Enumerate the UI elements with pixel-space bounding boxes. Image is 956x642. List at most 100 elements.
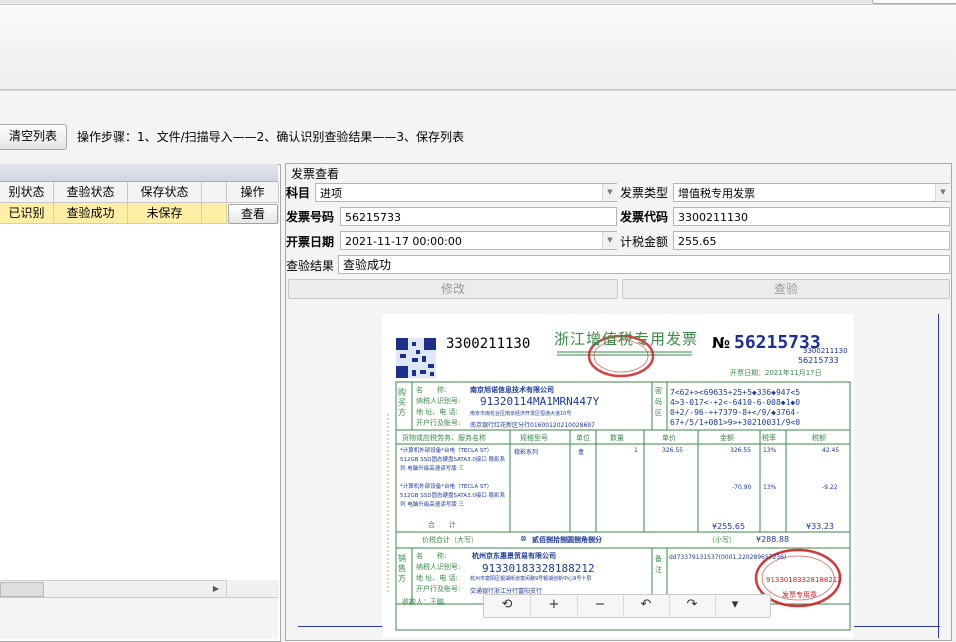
total-label: 合 计 xyxy=(428,521,456,529)
cipher-line: 4>3-017<-+2<-6410-6-008◆1◆0 xyxy=(670,398,801,407)
item-1-rate: 13% xyxy=(763,447,777,454)
buyer-field-labels: 名 称: 纳税人识别号: 地 址、电 话: 开户行及账号: xyxy=(416,386,461,427)
invoice-code-label: 发票代码 xyxy=(620,210,669,224)
invoice-title: 浙江增值税专用发票 xyxy=(554,330,699,348)
total-amount: ¥255.65 xyxy=(712,522,746,531)
subject-label: 科目 xyxy=(286,186,311,200)
invoice-code-text: 3300211130 xyxy=(446,336,531,352)
image-border-right xyxy=(938,314,939,638)
sum-label: 价税合计（大写） xyxy=(422,536,478,544)
sum-small-label: （小写） xyxy=(708,536,736,544)
invoice-small-number: 56215733 xyxy=(798,356,839,365)
buyer-side-label: 购买方 xyxy=(398,388,406,417)
left-bottom-area xyxy=(0,597,278,639)
number-mark: № xyxy=(712,334,731,352)
more-icon[interactable]: ▾ xyxy=(715,595,755,615)
item-2-rate: 13% xyxy=(763,484,777,491)
check-result-label: 查验结果 xyxy=(286,259,335,273)
cell-check-status[interactable]: 查验成功 xyxy=(54,203,128,224)
item-2-amount: -70.90 xyxy=(732,484,752,491)
item-col-header: 货物或应税劳务、服务名称 xyxy=(402,434,486,442)
operation-steps-text: 操作步骤：1、文件/扫描导入——2、确认识别查验结果——3、保存列表 xyxy=(77,130,464,144)
invoice-issue-date: 开票日期：2021年11月17日 xyxy=(730,369,822,377)
spec-col-header: 规格型号 xyxy=(520,434,548,442)
sum-in-words: 贰佰捌拾捌圆捌角捌分 xyxy=(532,536,602,544)
sum-small-value: ¥288.88 xyxy=(756,535,790,544)
column-header-save-status[interactable]: 保存状态 xyxy=(128,182,202,203)
invoice-number-label: 发票号码 xyxy=(286,210,335,224)
item-1-name: *计算机外部设备*台电（TECLA ST）512GB SSD固态硬盘SATA3.… xyxy=(400,448,506,472)
chevron-down-icon[interactable]: ▼ xyxy=(602,232,617,249)
invoice-list-table xyxy=(0,164,281,642)
seller-name: 杭州京东惠景贸易有限公司 xyxy=(472,552,556,560)
column-header-recognition-status[interactable]: 别状态 xyxy=(0,182,54,203)
unit-col-header: 单位 xyxy=(576,434,590,442)
reset-icon[interactable]: ⟲ xyxy=(484,595,531,615)
cell-recognition-status[interactable]: 已识别 xyxy=(0,203,54,224)
cell-save-status[interactable]: 未保存 xyxy=(128,203,202,224)
column-header-blank[interactable] xyxy=(202,182,227,203)
item-1-price: 326.55 xyxy=(662,447,683,454)
item-2-name: *计算机外部设备*台电（TECLA ST）512GB SSD固态硬盘SATA3.… xyxy=(400,484,506,508)
tax-col-header: 税额 xyxy=(812,434,826,442)
group-title: 发票查看 xyxy=(291,167,340,181)
item-2-tax: -9.22 xyxy=(822,484,838,491)
chevron-down-icon[interactable]: ▼ xyxy=(935,184,950,201)
invoice-number-field[interactable]: 56215733 xyxy=(340,207,617,226)
cipher-line: 0+2/-96-++7379-8+</9/◆3764- xyxy=(670,408,801,417)
zoom-in-icon[interactable]: + xyxy=(531,595,578,615)
subject-select[interactable]: 进项 xyxy=(315,183,617,202)
modify-button[interactable]: 修改 xyxy=(288,279,618,299)
total-tax: ¥33.23 xyxy=(806,522,834,531)
rotate-left-icon[interactable]: ↶ xyxy=(623,595,670,615)
rate-col-header: 税率 xyxy=(762,434,776,442)
scrollbar-corner xyxy=(226,580,279,597)
scroll-right-arrow-icon[interactable]: ▶ xyxy=(210,582,222,595)
buyer-address: 南京市雨花台区南京经济开发区恒通大道10号 xyxy=(470,411,572,417)
zoom-out-icon[interactable]: − xyxy=(577,595,624,615)
item-1-amount: 326.55 xyxy=(730,447,751,454)
stamp-id: 91330183328188212 xyxy=(766,576,842,584)
invoice-image: 3300211130 浙江增值税专用发票 № 56215733 33002111… xyxy=(382,314,854,638)
remark-side-label: 备注 xyxy=(655,555,662,574)
top-right-button[interactable] xyxy=(872,0,956,4)
column-header-check-status[interactable]: 查验状态 xyxy=(54,182,128,203)
invoice-code-field[interactable]: 3300211130 xyxy=(673,207,950,226)
seller-side-label: 销售方 xyxy=(398,554,406,583)
check-result-field[interactable]: 查验成功 xyxy=(338,255,950,274)
buyer-bank: 南京银行红花新区分行01600120210028697 xyxy=(470,422,595,429)
column-header-action[interactable]: 操作 xyxy=(227,182,279,203)
ribbon-area xyxy=(0,5,956,90)
price-col-header: 单价 xyxy=(662,434,676,442)
item-1-spec: 稳影系列 xyxy=(514,449,539,456)
qr-code-icon xyxy=(396,338,436,378)
chevron-down-icon[interactable]: ▼ xyxy=(602,184,617,201)
buyer-taxid: 91320114MA1MRN447Y xyxy=(480,395,600,408)
cancel-mark-icon: ⊗ xyxy=(520,534,527,543)
issue-date-label: 开票日期 xyxy=(286,235,335,249)
item-1-tax: 42.45 xyxy=(822,447,840,454)
cipher-side-label: 密码区 xyxy=(655,387,662,417)
cell-blank[interactable] xyxy=(202,203,227,224)
cipher-line: 7<62+><69635+25+5◆336◆947<5 xyxy=(670,388,801,397)
tax-amount-field[interactable]: 255.65 xyxy=(673,231,950,250)
issue-date-picker[interactable]: 2021-11-17 00:00:00 xyxy=(340,231,617,250)
item-1-unit: 盒 xyxy=(578,449,585,456)
invoice-type-select[interactable]: 增值税专用发票 xyxy=(673,183,950,202)
buyer-name: 南京旭诺信息技术有限公司 xyxy=(470,386,554,394)
rotate-right-icon[interactable]: ↷ xyxy=(669,595,716,615)
item-1-qty: 1 xyxy=(634,447,638,454)
amount-col-header: 金额 xyxy=(720,434,734,442)
view-button[interactable]: 查看 xyxy=(228,204,278,224)
stamp-text: 发票专用章 xyxy=(782,591,817,599)
remark-text: dd73379131537(0001,220289657236) xyxy=(669,554,787,561)
clear-list-button[interactable]: 清空列表 xyxy=(0,124,67,150)
payee: 收款人：王鹏 xyxy=(402,598,444,606)
seller-field-labels: 名 称: 纳税人识别号: 地 址、电 话: 开户行及账号: xyxy=(416,552,461,593)
seller-taxid: 91330183328188212 xyxy=(482,562,595,575)
tax-amount-label: 计税金额 xyxy=(620,235,669,249)
qty-col-header: 数量 xyxy=(610,434,624,442)
check-button[interactable]: 查验 xyxy=(622,279,950,299)
scrollbar-thumb[interactable] xyxy=(0,582,44,597)
seller-address: 杭州市富阳区银湖街道富闲路9号银湖创新中心9号十层 xyxy=(470,576,592,582)
